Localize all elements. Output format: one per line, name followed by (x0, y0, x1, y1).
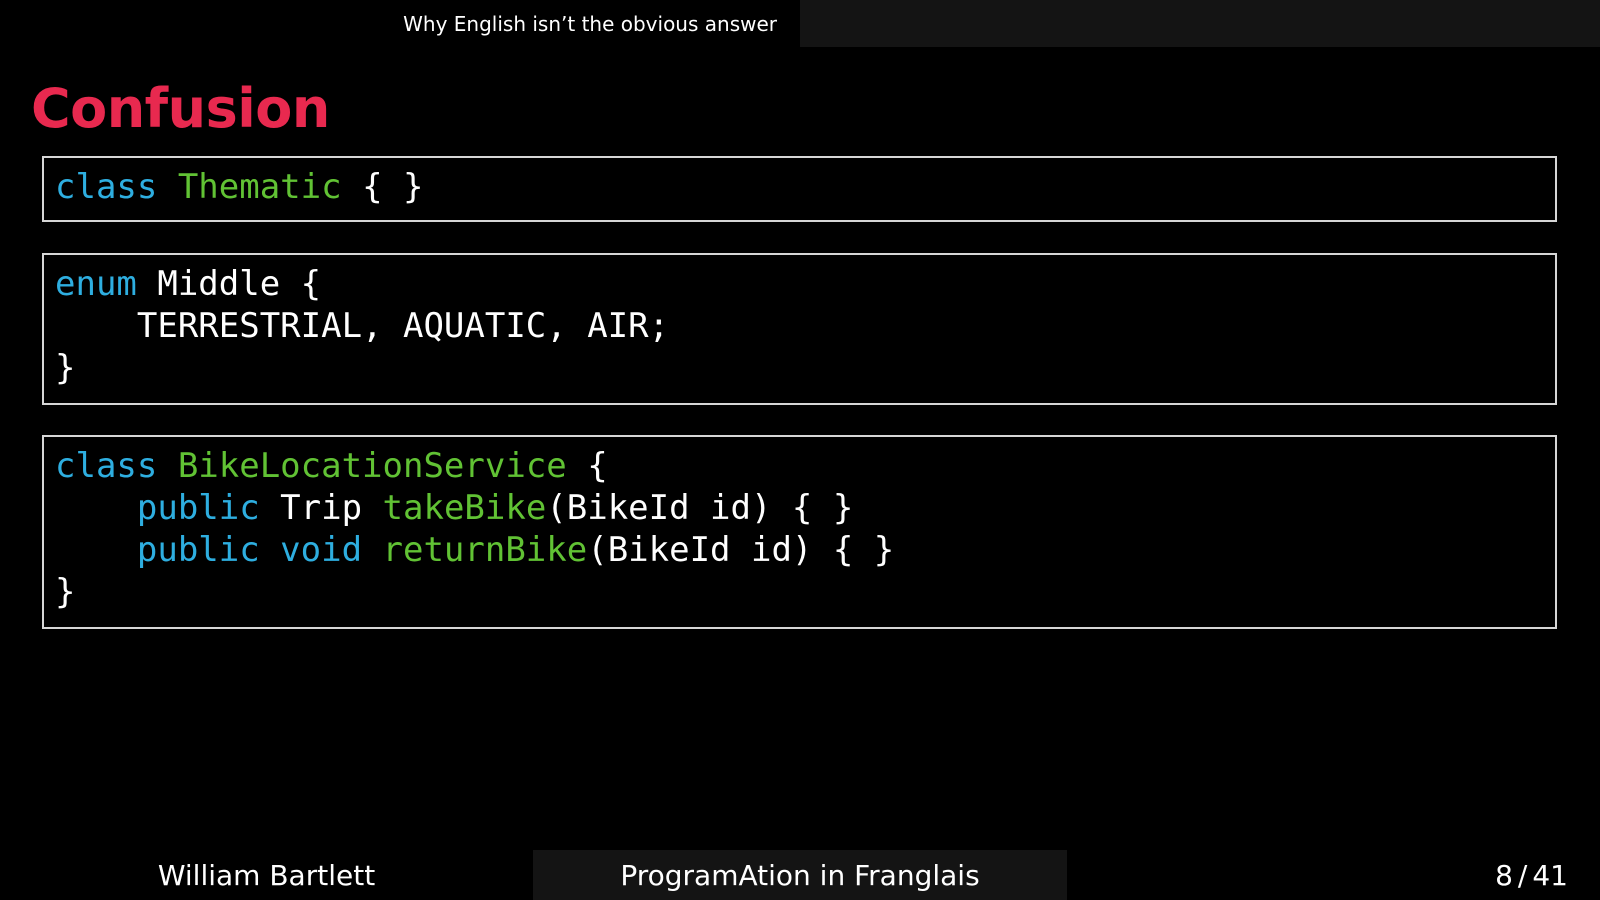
code-token-function: returnBike (382, 530, 588, 570)
code-block-thematic: class Thematic { } (42, 156, 1557, 222)
code-line: } (55, 571, 1555, 613)
slide-title: Confusion (31, 77, 330, 140)
code-token-plain: (BikeId id) { } (587, 530, 895, 570)
code-token-plain: } (55, 572, 76, 612)
code-token-function: takeBike (382, 488, 547, 528)
code-token-plain: { (566, 446, 608, 486)
code-line: public void returnBike(BikeId id) { } (55, 529, 1555, 571)
code-token-plain: } (55, 348, 76, 388)
author-name: William Bartlett (157, 858, 376, 892)
slide-header: Why English isn’t the obvious answer (0, 0, 1600, 47)
code-token-keyword: public void (55, 530, 383, 570)
code-line: } (55, 347, 1555, 389)
code-line: public Trip takeBike(BikeId id) { } (55, 487, 1555, 529)
footer-page-number: 8/41 (1067, 850, 1600, 900)
header-section-area: Why English isn’t the obvious answer (0, 0, 800, 47)
code-token-plain: Trip (280, 488, 383, 528)
footer-author: William Bartlett (0, 850, 533, 900)
code-line: class BikeLocationService { (55, 445, 1555, 487)
code-line: enum Middle { (55, 263, 1555, 305)
code-token-keyword: public (55, 488, 281, 528)
code-line: TERRESTRIAL, AQUATIC, AIR; (55, 305, 1555, 347)
code-token-keyword: class (55, 167, 178, 207)
code-block-bike-location-service: class BikeLocationService { public Trip … (42, 435, 1557, 629)
header-subsection-area (800, 0, 1600, 47)
slide-footer: William Bartlett ProgramAtion in Frangla… (0, 850, 1600, 900)
code-line: class Thematic { } (55, 166, 1555, 208)
code-token-type: BikeLocationService (177, 446, 567, 486)
page-separator: / (1517, 858, 1528, 892)
code-block-middle-enum: enum Middle { TERRESTRIAL, AQUATIC, AIR;… (42, 253, 1557, 405)
talk-title: ProgramAtion in Franglais (620, 858, 980, 892)
page-total: 41 (1532, 858, 1568, 892)
code-token-type: Thematic (177, 167, 342, 207)
code-token-plain: Middle { (157, 264, 322, 304)
code-token-plain: { } (341, 167, 424, 207)
section-title: Why English isn’t the obvious answer (403, 11, 777, 36)
code-token-plain: (BikeId id) { } (546, 488, 854, 528)
code-token-plain: TERRESTRIAL, AQUATIC, AIR; (55, 306, 670, 346)
page-current: 8 (1495, 858, 1513, 892)
code-token-keyword: class (55, 446, 178, 486)
code-token-keyword: enum (55, 264, 158, 304)
footer-talk-title: ProgramAtion in Franglais (533, 850, 1067, 900)
